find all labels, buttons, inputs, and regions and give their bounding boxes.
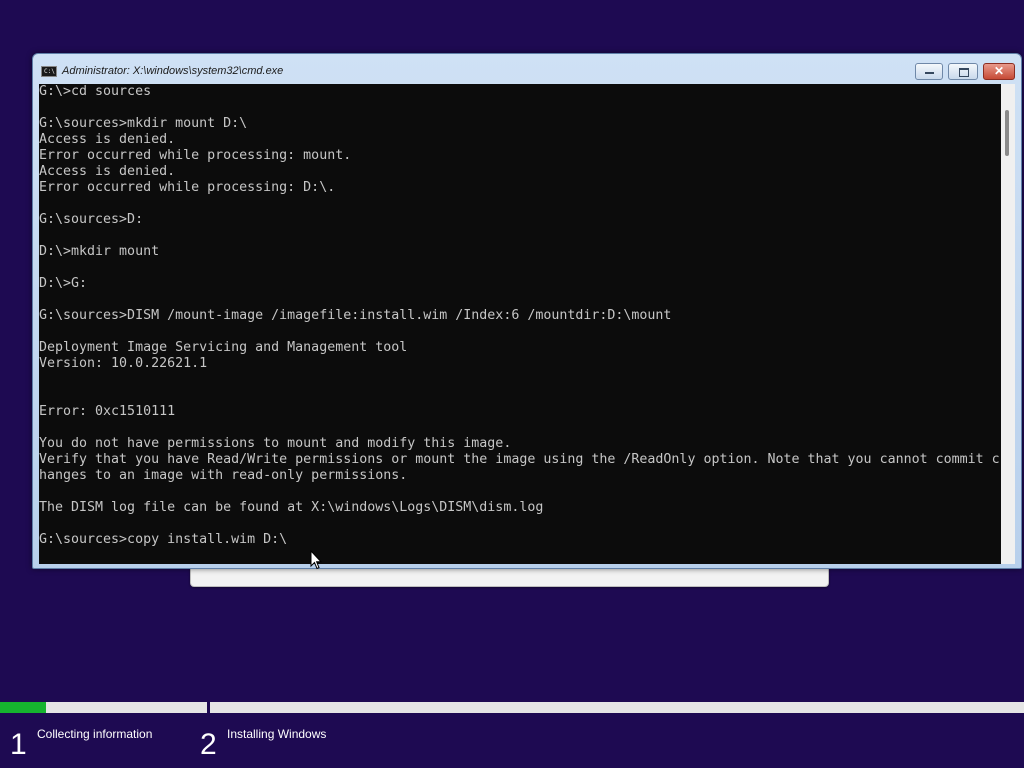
progress-bar-installing-windows bbox=[210, 702, 1024, 713]
step-1-label: Collecting information bbox=[37, 727, 153, 741]
maximize-button[interactable] bbox=[948, 63, 978, 80]
setup-dialog bbox=[190, 566, 829, 587]
close-icon: ✕ bbox=[993, 64, 1005, 78]
maximize-icon bbox=[959, 68, 969, 77]
console-text[interactable]: G:\>cd sources G:\sources>mkdir mount D:… bbox=[39, 84, 1000, 548]
step-2-number: 2 bbox=[200, 728, 217, 761]
title-bar[interactable]: C:\ Administrator: X:\windows\system32\c… bbox=[33, 54, 1021, 84]
minimize-button[interactable] bbox=[915, 63, 943, 80]
minimize-icon bbox=[925, 72, 934, 74]
progress-bar-collecting-information bbox=[0, 702, 207, 713]
command-prompt-window[interactable]: C:\ Administrator: X:\windows\system32\c… bbox=[32, 53, 1022, 569]
step-2-label: Installing Windows bbox=[227, 727, 327, 741]
step-1-number: 1 bbox=[10, 728, 27, 761]
setup-background: C:\ Administrator: X:\windows\system32\c… bbox=[0, 0, 1024, 768]
scrollbar-thumb[interactable] bbox=[1005, 110, 1009, 156]
close-button[interactable]: ✕ bbox=[983, 63, 1015, 80]
console-output[interactable]: G:\>cd sources G:\sources>mkdir mount D:… bbox=[39, 84, 1001, 564]
vertical-scrollbar[interactable] bbox=[1001, 84, 1015, 564]
mouse-pointer-icon bbox=[310, 550, 322, 570]
cmd-icon: C:\ bbox=[41, 66, 57, 77]
window-title: Administrator: X:\windows\system32\cmd.e… bbox=[62, 65, 284, 77]
progress-fill-collecting-information bbox=[0, 702, 46, 713]
